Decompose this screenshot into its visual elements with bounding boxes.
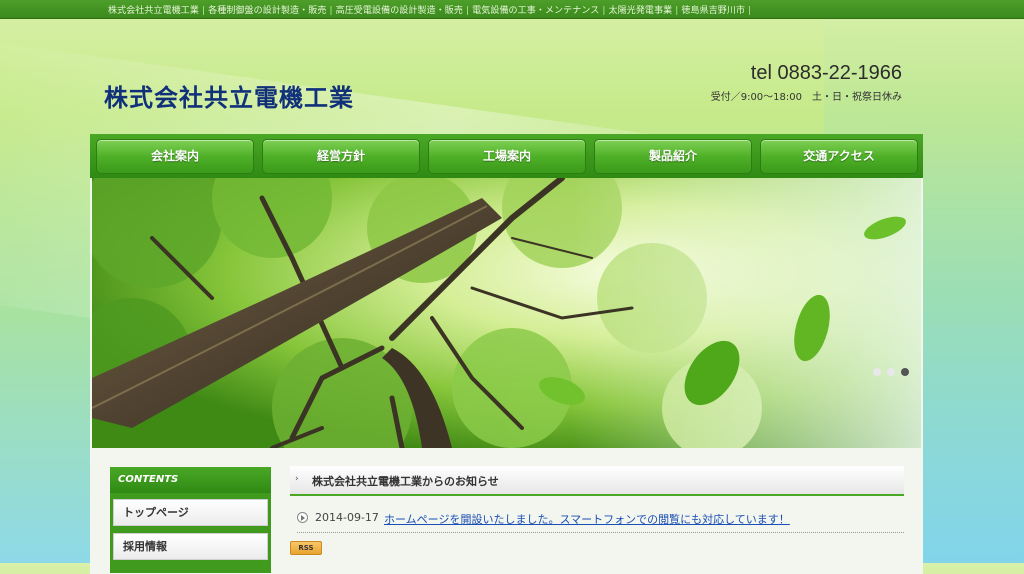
top-strip-item: 徳島県吉野川市 (681, 6, 746, 16)
top-strip: 株式会社共立電機工業 | 各種制御盤の設計製造・販売 | 高圧受電設備の設計製造・販売 |… (0, 0, 1024, 19)
sidebar-item-top-page[interactable]: トップページ (113, 499, 268, 526)
nav-item-factory[interactable]: 工場案内 (428, 139, 586, 174)
nav-item-access[interactable]: 交通アクセス (760, 139, 918, 174)
business-hours: 受付／9:00〜18:00 土・日・祝祭日休み (710, 92, 902, 103)
sidebar-heading: CONTENTS (110, 467, 271, 493)
slider-dot[interactable] (873, 368, 881, 376)
forest-illustration (92, 178, 921, 448)
hero-slider-image (92, 178, 921, 448)
nav-item-policy[interactable]: 経営方針 (262, 139, 420, 174)
phone-number: tel 0883-22-1966 (750, 62, 902, 84)
chevron-right-icon: › (295, 474, 299, 484)
top-strip-text: 株式会社共立電機工業 | 各種制御盤の設計製造・販売 | 高圧受電設備の設計製造・販売 |… (108, 6, 752, 16)
rss-button[interactable]: RSS (290, 541, 322, 555)
news-item: 2014-09-17 ホームページを開設いたしました。スマートフォンでの閲覧にも… (297, 510, 904, 533)
news-link[interactable]: ホームページを開設いたしました。スマートフォンでの閲覧にも対応しています！ (384, 511, 790, 527)
top-strip-item: 電気設備の工事・メンテナンス (472, 6, 600, 16)
bullet-arrow-icon (297, 512, 308, 523)
top-strip-item: 各種制御盤の設計製造・販売 (208, 6, 327, 16)
slider-dot-active[interactable] (901, 368, 909, 376)
global-nav: 会社案内 経営方針 工場案内 製品紹介 交通アクセス (90, 134, 923, 178)
sidebar-item-recruit[interactable]: 採用情報 (113, 533, 268, 560)
news-heading-bar: › 株式会社共立電機工業からのお知らせ (290, 466, 904, 496)
top-strip-item: 高圧受電設備の設計製造・販売 (335, 6, 464, 16)
nav-item-products[interactable]: 製品紹介 (594, 139, 752, 174)
news-date: 2014-09-17 (315, 511, 379, 524)
site-logo[interactable]: 株式会社共立電機工業 (104, 78, 354, 113)
nav-item-company[interactable]: 会社案内 (96, 139, 254, 174)
top-strip-item: 株式会社共立電機工業 (108, 6, 200, 16)
news-heading: 株式会社共立電機工業からのお知らせ (312, 475, 499, 488)
top-strip-item: 太陽光発電事業 (608, 6, 673, 16)
slider-dot[interactable] (887, 368, 895, 376)
